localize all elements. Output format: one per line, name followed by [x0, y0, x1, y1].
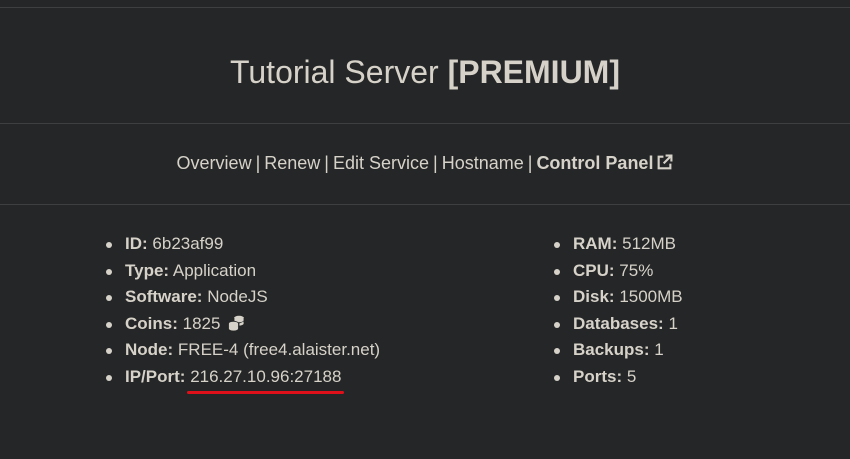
detail-label: Disk: [573, 287, 615, 307]
detail-value: 1 [668, 313, 678, 333]
external-link-icon [658, 154, 673, 170]
red-underline-highlight [187, 390, 345, 394]
ip-port-value-wrap[interactable]: 216.27.10.96:27188 [187, 364, 345, 394]
bullet [554, 242, 560, 248]
detail-ports: Ports: 5 [554, 364, 683, 391]
detail-label: CPU: [573, 260, 615, 280]
service-nav: Overview | Renew | Edit Service | Hostname | Con… [0, 153, 850, 174]
resource-details-list: RAM: 512MB CPU: 75% Disk: 1500MB Databas… [554, 231, 683, 391]
detail-disk: Disk: 1500MB [554, 284, 683, 311]
nav-renew-link[interactable]: Renew [264, 153, 320, 173]
detail-type: Type: Application [106, 258, 380, 285]
detail-label: Node: [125, 340, 174, 360]
page-title: Tutorial Server [PREMIUM] [0, 54, 850, 91]
detail-value: NodeJS [207, 287, 268, 307]
bullet [106, 268, 112, 275]
bullet [554, 295, 560, 302]
bullet [106, 348, 112, 355]
detail-ram: RAM: 512MB [554, 231, 683, 258]
detail-cpu: CPU: 75% [554, 258, 683, 285]
detail-coins: Coins: 1825 [106, 311, 380, 338]
detail-backups: Backups: 1 [554, 337, 683, 364]
detail-value: Application [172, 260, 257, 280]
top-divider [0, 7, 850, 8]
detail-value: 6b23af99 [152, 234, 224, 253]
bullet [106, 295, 112, 302]
nav-separator: | [255, 153, 261, 173]
nav-hostname-link[interactable]: Hostname [442, 153, 524, 173]
nav-overview-link[interactable]: Overview [177, 153, 252, 173]
nav-separator: | [324, 153, 329, 173]
detail-databases: Databases: 1 [554, 311, 683, 338]
server-name: Tutorial Server [230, 54, 439, 90]
bullet [554, 348, 560, 355]
detail-label: Backups: [573, 340, 650, 360]
detail-label: Coins: [125, 313, 178, 333]
detail-label: Type: [125, 260, 170, 280]
title-divider [0, 123, 850, 124]
detail-value: 1825 [182, 313, 221, 333]
detail-label: Databases: [573, 313, 664, 333]
nav-control-panel-link[interactable]: Control Panel [536, 153, 673, 173]
nav-divider [0, 204, 850, 205]
detail-node: Node: FREE-4 (free4.alaister.net) [106, 337, 380, 364]
detail-label: Ports: [573, 366, 623, 386]
detail-label: Software: [125, 287, 203, 307]
detail-value: 75% [619, 260, 654, 280]
bullet [106, 321, 112, 328]
detail-id: ID: 6b23af99 [106, 231, 380, 258]
detail-label: ID: [125, 234, 148, 253]
bullet [106, 242, 112, 248]
detail-software: Software: NodeJS [106, 284, 380, 311]
nav-separator: | [433, 153, 438, 173]
server-details-list: ID: 6b23af99 Type: Application Software:… [106, 231, 380, 394]
nav-edit-service-link[interactable]: Edit Service [333, 153, 429, 173]
control-panel-label: Control Panel [536, 153, 654, 173]
tier-badge: [PREMIUM] [447, 54, 620, 90]
detail-value: 512MB [622, 234, 676, 253]
detail-value: FREE-4 (free4.alaister.net) [177, 340, 381, 360]
detail-value: 1 [654, 340, 664, 360]
detail-value: 5 [626, 366, 637, 386]
detail-label: RAM: [573, 234, 618, 253]
detail-ip-port: IP/Port: 216.27.10.96:27188 [106, 364, 380, 394]
bullet [554, 268, 560, 275]
bullet [554, 374, 560, 381]
detail-value: 216.27.10.96:27188 [190, 366, 342, 386]
bullet [106, 374, 112, 381]
detail-value: 1500MB [619, 287, 683, 307]
detail-label: IP/Port: [125, 366, 186, 386]
bullet [554, 321, 560, 328]
nav-separator: | [527, 153, 533, 173]
coins-icon [228, 315, 245, 332]
